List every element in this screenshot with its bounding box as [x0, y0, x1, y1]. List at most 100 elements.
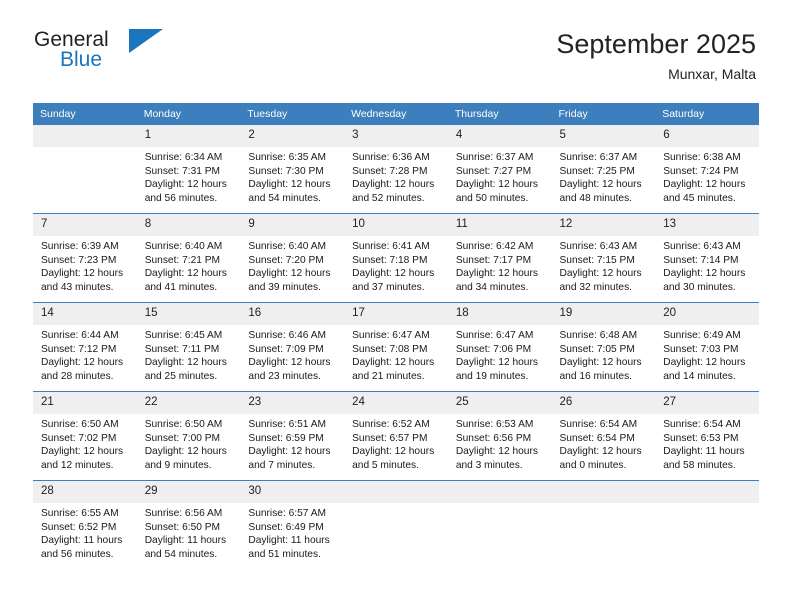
calendar-day-cell[interactable]: 4 Sunrise: 6:37 AM Sunset: 7:27 PM Daylight…: [447, 125, 552, 214]
day-details: Sunrise: 6:51 AM Sunset: 6:59 PM Daylight:…: [240, 414, 344, 472]
calendar-day-cell[interactable]: 5 Sunrise: 6:37 AM Sunset: 7:25 PM Daylight…: [551, 125, 656, 214]
calendar-day-cell[interactable]: 21 Sunrise: 6:50 AM Sunset: 7:02 PM Dayligh…: [33, 391, 137, 481]
calendar-day-cell[interactable]: 16 Sunrise: 6:46 AM Sunset: 7:09 PM Dayligh…: [240, 302, 345, 392]
daylight-text-line2: and 39 minutes.: [248, 281, 321, 293]
daylight-text-line1: Daylight: 12 hours: [352, 357, 435, 369]
calendar-day-cell[interactable]: 25 Sunrise: 6:53 AM Sunset: 6:56 PM Dayligh…: [447, 391, 552, 481]
sunrise-text: Sunrise: 6:41 AM: [352, 241, 430, 252]
sunset-text: Sunset: 6:49 PM: [248, 521, 324, 533]
sunset-text: Sunset: 7:21 PM: [144, 254, 221, 266]
sunrise-text: Sunrise: 6:40 AM: [248, 241, 326, 252]
day-details: Sunrise: 6:55 AM Sunset: 6:52 PM Daylight:…: [33, 503, 137, 561]
daylight-text-line1: Daylight: 12 hours: [455, 179, 538, 191]
day-details: Sunrise: 6:47 AM Sunset: 7:08 PM Daylight:…: [344, 325, 448, 383]
calendar-day-cell[interactable]: 22 Sunrise: 6:50 AM Sunset: 7:00 PM Dayligh…: [136, 391, 241, 481]
sunset-text: Sunset: 7:06 PM: [455, 343, 532, 355]
sunrise-text: Sunrise: 6:37 AM: [455, 152, 534, 163]
day-number: 21: [33, 392, 137, 414]
calendar-day-cell[interactable]: 11 Sunrise: 6:42 AM Sunset: 7:17 PM Dayligh…: [447, 213, 552, 303]
day-number: 6: [655, 125, 759, 147]
daylight-text-line2: and 54 minutes.: [248, 192, 321, 204]
day-number: 24: [344, 392, 448, 414]
day-number: 18: [447, 303, 552, 325]
sunrise-text: Sunrise: 6:53 AM: [455, 419, 534, 430]
calendar-day-cell[interactable]: 12 Sunrise: 6:43 AM Sunset: 7:15 PM Dayligh…: [551, 213, 656, 303]
day-details: Sunrise: 6:44 AM Sunset: 7:12 PM Daylight:…: [33, 325, 137, 383]
sunrise-text: Sunrise: 6:56 AM: [144, 508, 223, 519]
calendar-day-cell[interactable]: 18 Sunrise: 6:47 AM Sunset: 7:06 PM Dayligh…: [447, 302, 552, 392]
daylight-text-line1: Daylight: 12 hours: [144, 179, 227, 191]
calendar-week-row: 7 Sunrise: 6:39 AM Sunset: 7:23 PM Daylight…: [33, 213, 759, 303]
calendar-day-cell[interactable]: [447, 480, 552, 569]
brand-logo[interactable]: General Blue: [34, 28, 184, 76]
day-details: Sunrise: 6:37 AM Sunset: 7:27 PM Daylight:…: [448, 147, 552, 205]
page-title: September 2025: [556, 29, 756, 59]
daylight-text-line1: Daylight: 12 hours: [559, 268, 642, 280]
day-details: Sunrise: 6:47 AM Sunset: 7:06 PM Daylight:…: [448, 325, 552, 383]
day-number: [344, 481, 448, 503]
sunset-text: Sunset: 7:05 PM: [559, 343, 635, 355]
sunrise-text: Sunrise: 6:40 AM: [144, 241, 223, 252]
calendar-day-cell[interactable]: 23 Sunrise: 6:51 AM Sunset: 6:59 PM Dayligh…: [240, 391, 345, 481]
day-details: Sunrise: 6:35 AM Sunset: 7:30 PM Daylight:…: [240, 147, 344, 205]
calendar-day-cell[interactable]: [344, 480, 448, 569]
daylight-text-line2: and 30 minutes.: [663, 281, 736, 293]
calendar-day-cell[interactable]: 3 Sunrise: 6:36 AM Sunset: 7:28 PM Daylight…: [344, 125, 448, 214]
daylight-text-line2: and 21 minutes.: [352, 370, 425, 382]
daylight-text-line2: and 54 minutes.: [144, 548, 218, 560]
calendar-day-cell[interactable]: 9 Sunrise: 6:40 AM Sunset: 7:20 PM Daylight…: [240, 213, 345, 303]
calendar-body: 1 Sunrise: 6:34 AM Sunset: 7:31 PM Daylight…: [33, 125, 759, 569]
calendar-day-cell[interactable]: 26 Sunrise: 6:54 AM Sunset: 6:54 PM Dayligh…: [551, 391, 656, 481]
sunrise-text: Sunrise: 6:34 AM: [144, 152, 223, 163]
calendar-day-cell[interactable]: 7 Sunrise: 6:39 AM Sunset: 7:23 PM Daylight…: [33, 213, 137, 303]
calendar-day-cell[interactable]: 30 Sunrise: 6:57 AM Sunset: 6:49 PM Dayligh…: [240, 480, 345, 569]
sunrise-text: Sunrise: 6:47 AM: [455, 330, 534, 341]
sunrise-text: Sunrise: 6:35 AM: [248, 152, 326, 163]
calendar-day-cell[interactable]: 10 Sunrise: 6:41 AM Sunset: 7:18 PM Dayligh…: [344, 213, 448, 303]
sunset-text: Sunset: 7:03 PM: [663, 343, 739, 355]
day-number: [33, 125, 137, 147]
day-number: 1: [136, 125, 241, 147]
day-details: Sunrise: 6:43 AM Sunset: 7:15 PM Daylight:…: [552, 236, 656, 294]
sunset-text: Sunset: 7:28 PM: [352, 165, 428, 177]
weekday-header-tuesday: Tuesday: [240, 103, 345, 125]
sunset-text: Sunset: 7:02 PM: [41, 432, 117, 444]
daylight-text-line1: Daylight: 11 hours: [41, 535, 123, 547]
calendar-day-cell[interactable]: 8 Sunrise: 6:40 AM Sunset: 7:21 PM Daylight…: [136, 213, 241, 303]
sunset-text: Sunset: 6:56 PM: [455, 432, 532, 444]
calendar-day-cell[interactable]: 13 Sunrise: 6:43 AM Sunset: 7:14 PM Dayligh…: [655, 213, 759, 303]
calendar-day-cell[interactable]: 28 Sunrise: 6:55 AM Sunset: 6:52 PM Dayligh…: [33, 480, 137, 569]
sunrise-text: Sunrise: 6:47 AM: [352, 330, 430, 341]
day-number: 29: [136, 481, 241, 503]
daylight-text-line2: and 56 minutes.: [41, 548, 114, 560]
daylight-text-line1: Daylight: 12 hours: [455, 268, 538, 280]
sunrise-text: Sunrise: 6:57 AM: [248, 508, 326, 519]
brand-name-blue: Blue: [60, 48, 103, 71]
daylight-text-line1: Daylight: 12 hours: [144, 268, 227, 280]
calendar-day-cell[interactable]: 1 Sunrise: 6:34 AM Sunset: 7:31 PM Daylight…: [136, 125, 241, 214]
calendar-day-cell[interactable]: 20 Sunrise: 6:49 AM Sunset: 7:03 PM Dayligh…: [655, 302, 759, 392]
calendar-day-cell[interactable]: 2 Sunrise: 6:35 AM Sunset: 7:30 PM Daylight…: [240, 125, 345, 214]
day-details: Sunrise: 6:52 AM Sunset: 6:57 PM Daylight:…: [344, 414, 448, 472]
day-number: 16: [240, 303, 345, 325]
day-number: 19: [551, 303, 656, 325]
calendar-week-row: 28 Sunrise: 6:55 AM Sunset: 6:52 PM Dayligh…: [33, 480, 759, 569]
day-details: [448, 503, 552, 507]
calendar-day-cell[interactable]: [655, 480, 759, 569]
calendar-day-cell[interactable]: [33, 125, 137, 214]
daylight-text-line1: Daylight: 12 hours: [455, 446, 538, 458]
day-number: 4: [447, 125, 552, 147]
calendar-day-cell[interactable]: 14 Sunrise: 6:44 AM Sunset: 7:12 PM Dayligh…: [33, 302, 137, 392]
calendar-day-cell[interactable]: 15 Sunrise: 6:45 AM Sunset: 7:11 PM Dayligh…: [136, 302, 241, 392]
calendar-day-cell[interactable]: 17 Sunrise: 6:47 AM Sunset: 7:08 PM Dayligh…: [344, 302, 448, 392]
calendar-day-cell[interactable]: 6 Sunrise: 6:38 AM Sunset: 7:24 PM Daylight…: [655, 125, 759, 214]
calendar-day-cell[interactable]: 27 Sunrise: 6:54 AM Sunset: 6:53 PM Dayligh…: [655, 391, 759, 481]
day-number: 28: [33, 481, 137, 503]
calendar-day-cell[interactable]: 29 Sunrise: 6:56 AM Sunset: 6:50 PM Dayligh…: [136, 480, 241, 569]
weekday-header-monday: Monday: [136, 103, 241, 125]
calendar-day-cell[interactable]: 24 Sunrise: 6:52 AM Sunset: 6:57 PM Dayligh…: [344, 391, 448, 481]
calendar-day-cell[interactable]: 19 Sunrise: 6:48 AM Sunset: 7:05 PM Dayligh…: [551, 302, 656, 392]
day-details: Sunrise: 6:49 AM Sunset: 7:03 PM Daylight:…: [655, 325, 759, 383]
sunset-text: Sunset: 7:14 PM: [663, 254, 739, 266]
calendar-day-cell[interactable]: [551, 480, 656, 569]
